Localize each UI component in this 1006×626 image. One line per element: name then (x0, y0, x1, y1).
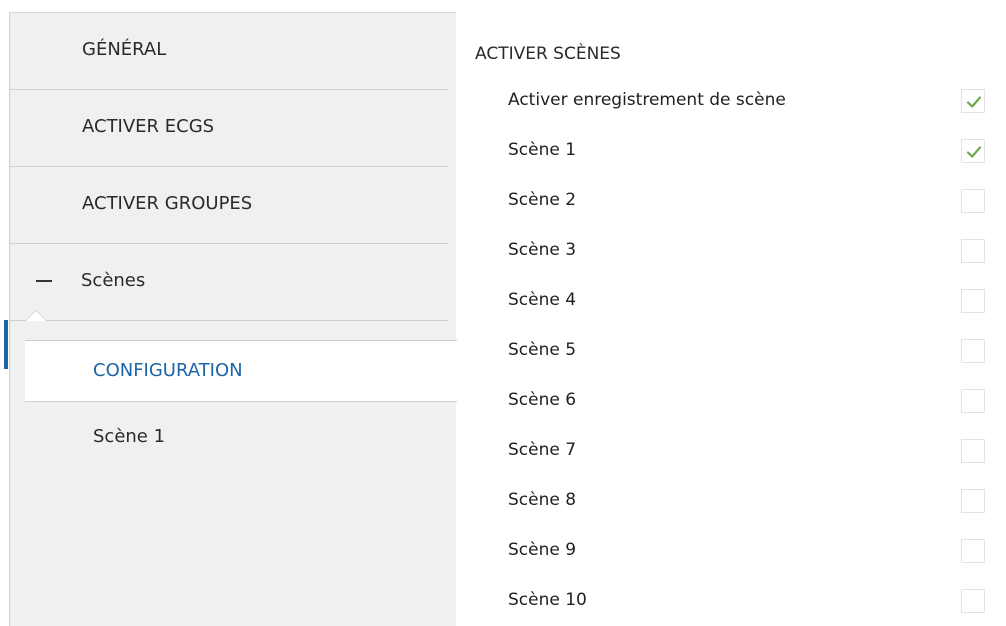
setting-row: Scène 7 (456, 432, 1006, 472)
sidebar-item-label: GÉNÉRAL (82, 39, 167, 60)
minus-icon[interactable] (36, 280, 52, 282)
setting-checkbox[interactable] (961, 339, 985, 363)
setting-row: Scène 2 (456, 182, 1006, 222)
sidebar-item-label: CONFIGURATION (93, 360, 243, 381)
setting-row: Activer enregistrement de scène (456, 82, 1006, 122)
setting-checkbox[interactable] (961, 139, 985, 163)
setting-row: Scène 8 (456, 482, 1006, 522)
setting-checkbox[interactable] (961, 439, 985, 463)
sidebar-item-label: ACTIVER GROUPES (82, 193, 253, 214)
sidebar-item-scene-1[interactable]: Scène 1 (93, 426, 165, 447)
setting-checkbox[interactable] (961, 239, 985, 263)
sidebar: GÉNÉRAL ACTIVER ECGS ACTIVER GROUPES Scè… (9, 12, 456, 626)
setting-label: Scène 1 (508, 140, 577, 160)
setting-checkbox[interactable] (961, 389, 985, 413)
pointer-notch (26, 311, 46, 321)
setting-label: Scène 5 (508, 340, 577, 360)
sidebar-item-configuration[interactable]: CONFIGURATION (25, 340, 457, 402)
setting-checkbox[interactable] (961, 189, 985, 213)
check-icon (966, 146, 982, 158)
setting-row: Scène 5 (456, 332, 1006, 372)
setting-row: Scène 6 (456, 382, 1006, 422)
setting-row: Scène 1 (456, 132, 1006, 172)
setting-label: Activer enregistrement de scène (508, 90, 786, 110)
check-icon (966, 96, 982, 108)
sidebar-item-label: ACTIVER ECGS (82, 116, 215, 137)
setting-label: Scène 4 (508, 290, 577, 310)
sidebar-item-scenes[interactable]: Scènes (10, 244, 448, 321)
setting-checkbox[interactable] (961, 589, 985, 613)
setting-label: Scène 9 (508, 540, 577, 560)
setting-label: Scène 7 (508, 440, 577, 460)
setting-label: Scène 8 (508, 490, 577, 510)
setting-row: Scène 10 (456, 582, 1006, 622)
setting-label: Scène 6 (508, 390, 577, 410)
sidebar-item-activer-ecgs[interactable]: ACTIVER ECGS (10, 90, 448, 167)
setting-checkbox[interactable] (961, 289, 985, 313)
setting-checkbox[interactable] (961, 539, 985, 563)
setting-label: Scène 10 (508, 590, 587, 610)
sidebar-item-activer-groupes[interactable]: ACTIVER GROUPES (10, 167, 448, 244)
setting-row: Scène 3 (456, 232, 1006, 272)
active-marker (4, 320, 8, 369)
sidebar-item-general[interactable]: GÉNÉRAL (10, 13, 448, 90)
setting-label: Scène 2 (508, 190, 577, 210)
settings-panel: ACTIVER SCÈNES Activer enregistrement de… (456, 0, 1006, 626)
panel-title: ACTIVER SCÈNES (475, 44, 621, 64)
setting-row: Scène 4 (456, 282, 1006, 322)
setting-checkbox[interactable] (961, 489, 985, 513)
setting-checkbox[interactable] (961, 89, 985, 113)
window: GÉNÉRAL ACTIVER ECGS ACTIVER GROUPES Scè… (0, 0, 1006, 626)
sidebar-item-label: Scènes (81, 270, 146, 291)
setting-label: Scène 3 (508, 240, 577, 260)
setting-row: Scène 9 (456, 532, 1006, 572)
